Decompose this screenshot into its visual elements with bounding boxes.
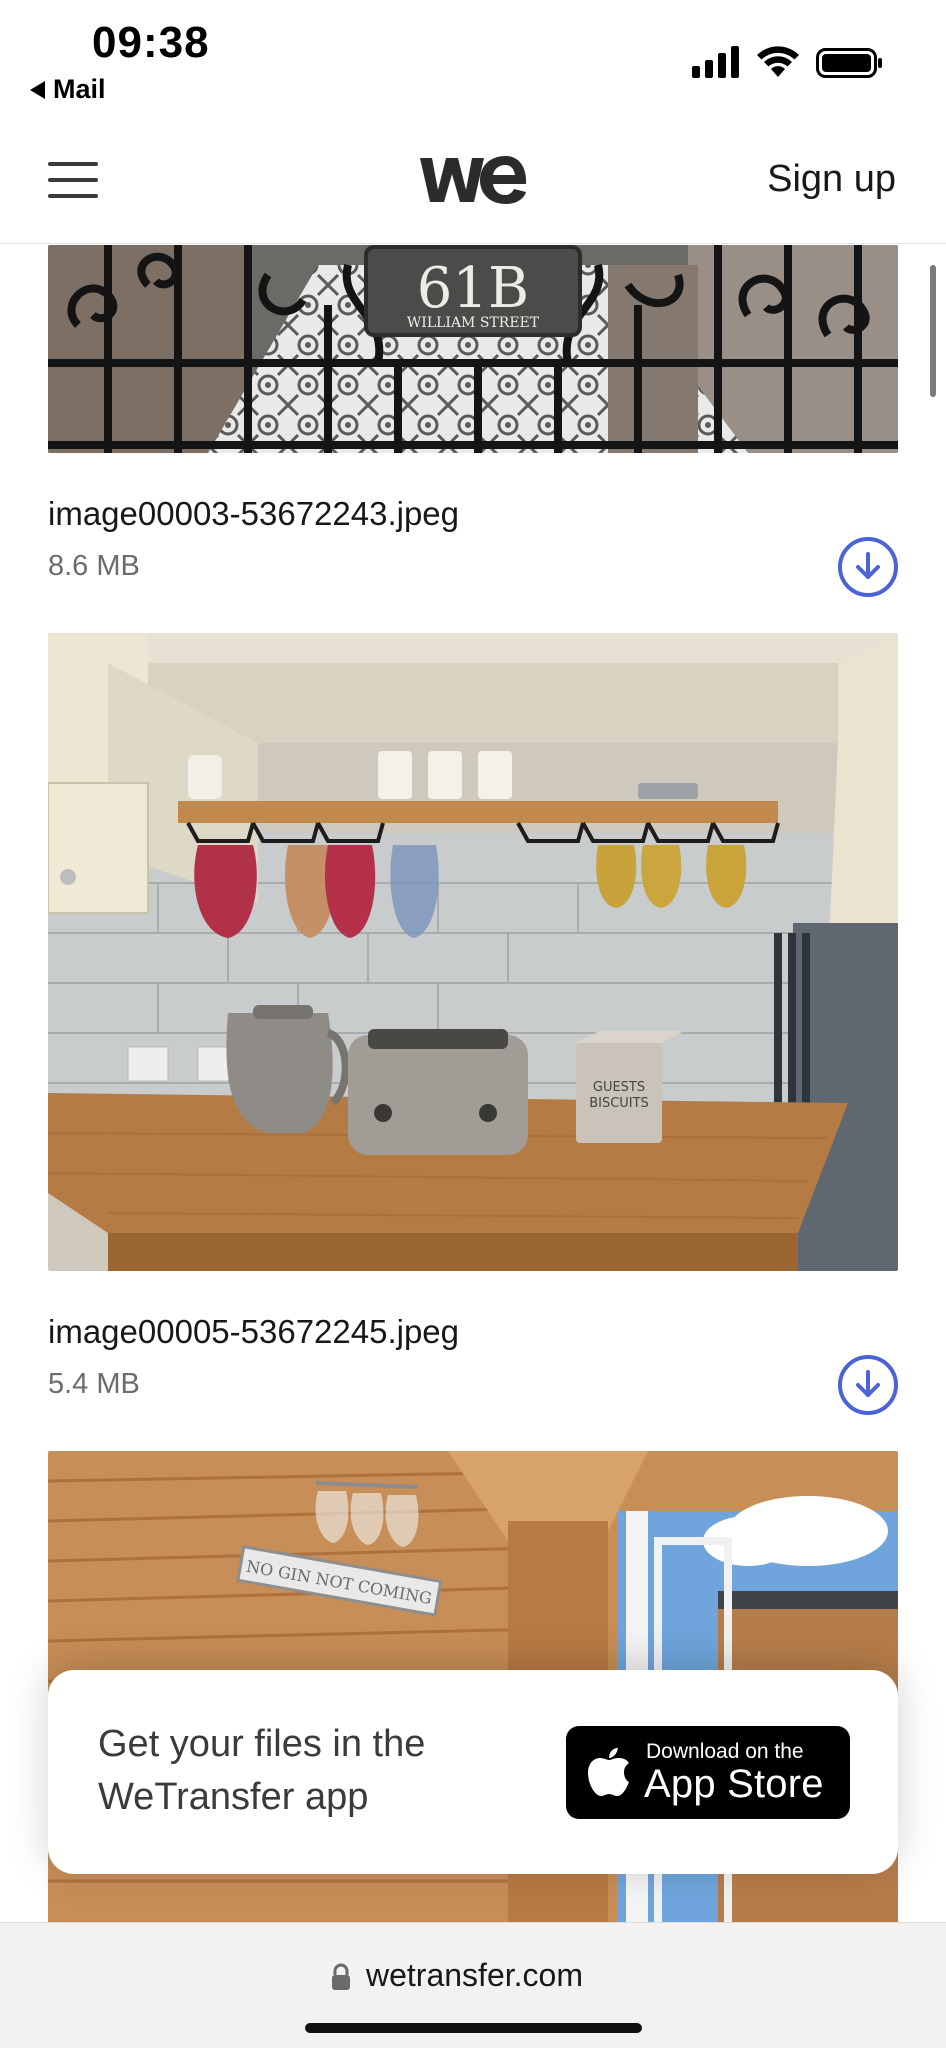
- file-size-2: 5.4 MB: [48, 1368, 140, 1400]
- home-indicator[interactable]: [305, 2023, 642, 2033]
- gate-sign-street: WILLIAM STREET: [407, 315, 540, 331]
- app-store-small-text: Download on the: [646, 1740, 804, 1763]
- download-button-2[interactable]: [838, 1355, 898, 1415]
- safari-url-bar[interactable]: wetransfer.com: [0, 1922, 946, 2048]
- url-text[interactable]: wetransfer.com: [366, 1957, 583, 1994]
- back-to-mail-label: Mail: [53, 74, 106, 104]
- site-header: Sign up: [0, 130, 946, 244]
- lock-icon: [332, 1963, 350, 1990]
- gate-photo: 61B WILLIAM STREET: [48, 245, 898, 453]
- kitchen-photo: GUESTS BISCUITS: [48, 633, 898, 1271]
- back-to-mail-button[interactable]: Mail: [30, 74, 106, 105]
- file-name-2[interactable]: image00005-53672245.jpeg: [48, 1313, 459, 1351]
- file-size-1: 8.6 MB: [48, 550, 140, 582]
- app-banner-text: Get your files in the WeTransfer app: [98, 1723, 426, 1818]
- back-arrow-icon: [30, 80, 45, 99]
- status-bar: 09:38 Mail: [0, 0, 946, 130]
- hamburger-menu-icon[interactable]: [48, 160, 98, 200]
- app-store-big-text: App Store: [644, 1762, 824, 1806]
- wifi-icon: [757, 46, 799, 77]
- app-store-button[interactable]: Download on the App Store: [566, 1726, 850, 1819]
- cellular-signal-icon: [692, 46, 739, 78]
- app-download-banner: Get your files in the WeTransfer app Dow…: [48, 1670, 898, 1874]
- download-button-1[interactable]: [838, 537, 898, 597]
- gate-sign-number: 61B: [417, 256, 529, 321]
- sign-up-link[interactable]: Sign up: [767, 158, 896, 201]
- download-circle-icon: [856, 1370, 880, 1397]
- file-preview-image-1[interactable]: 61B WILLIAM STREET: [48, 245, 898, 453]
- wetransfer-logo-icon[interactable]: [418, 152, 528, 208]
- apple-logo-icon: [588, 1748, 629, 1796]
- file-preview-image-2[interactable]: GUESTS BISCUITS: [48, 633, 898, 1271]
- scrollbar-thumb[interactable]: [930, 265, 936, 397]
- download-circle-icon: [856, 552, 880, 579]
- file-name-1[interactable]: image00003-53672243.jpeg: [48, 495, 459, 533]
- svg-text:GUESTS: GUESTS: [593, 1080, 645, 1095]
- status-time: 09:38: [92, 18, 210, 67]
- svg-text:BISCUITS: BISCUITS: [589, 1096, 649, 1111]
- battery-icon: [816, 48, 882, 78]
